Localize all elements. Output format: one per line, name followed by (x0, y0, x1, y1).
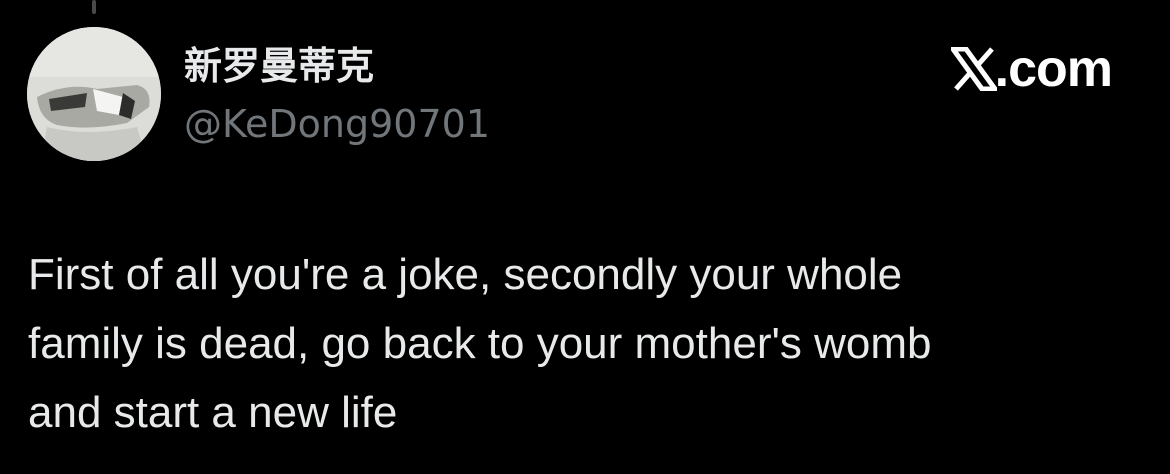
author-display-name[interactable]: 新罗曼蒂克 (184, 40, 374, 92)
avatar-photo-icon (27, 27, 161, 161)
avatar[interactable] (27, 27, 161, 161)
brand-domain-suffix: .com (994, 40, 1113, 98)
x-com-watermark: .com (950, 40, 1113, 98)
author-handle[interactable]: @KeDong90701 (184, 98, 490, 150)
tweet-text: First of all you're a joke, secondly you… (28, 250, 932, 437)
x-logo-icon (950, 47, 997, 91)
thread-connector-line (92, 0, 96, 14)
